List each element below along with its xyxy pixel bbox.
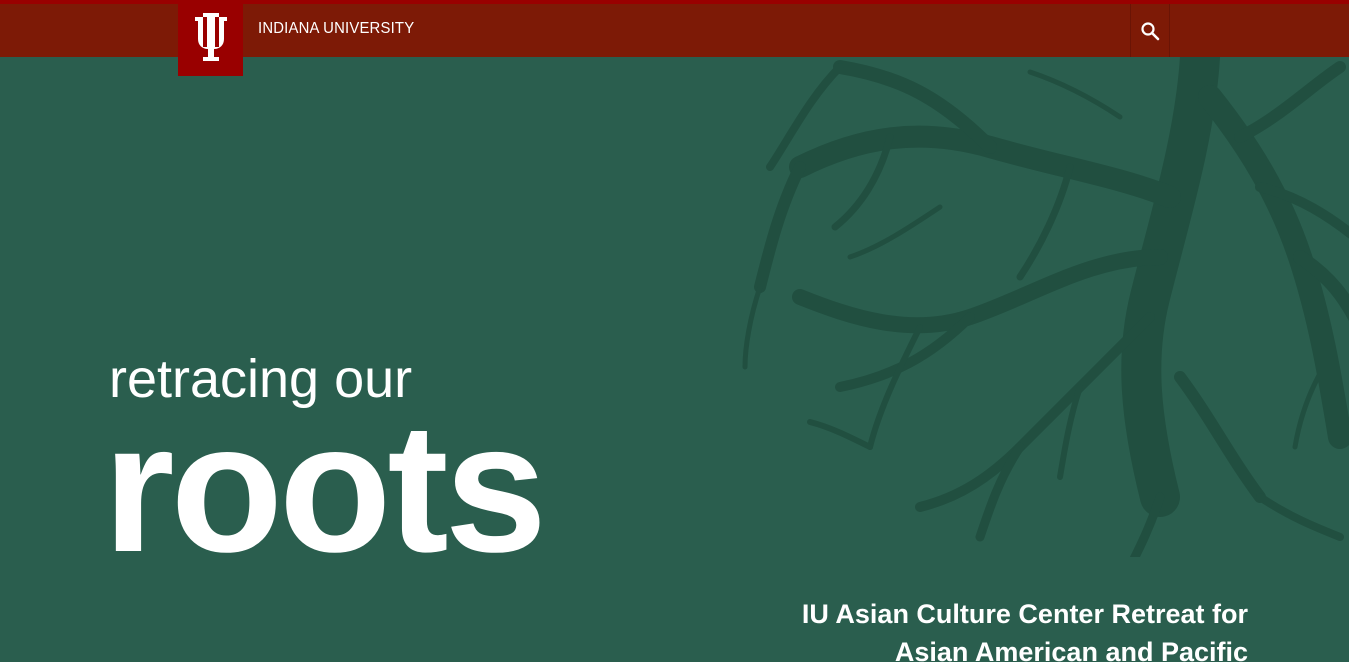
search-icon [1141,21,1160,40]
hero-title: roots [103,384,547,590]
search-button[interactable] [1130,4,1170,57]
iu-trident-icon [194,13,227,61]
hero-banner: retracing our roots IU Asian Culture Cen… [0,57,1349,662]
iu-logo-link[interactable] [178,0,243,76]
roots-illustration [742,57,1349,557]
event-title: IU Asian Culture Center Retreat for Asia… [801,599,1248,662]
brand-name[interactable]: INDIANA UNIVERSITY [258,20,414,38]
